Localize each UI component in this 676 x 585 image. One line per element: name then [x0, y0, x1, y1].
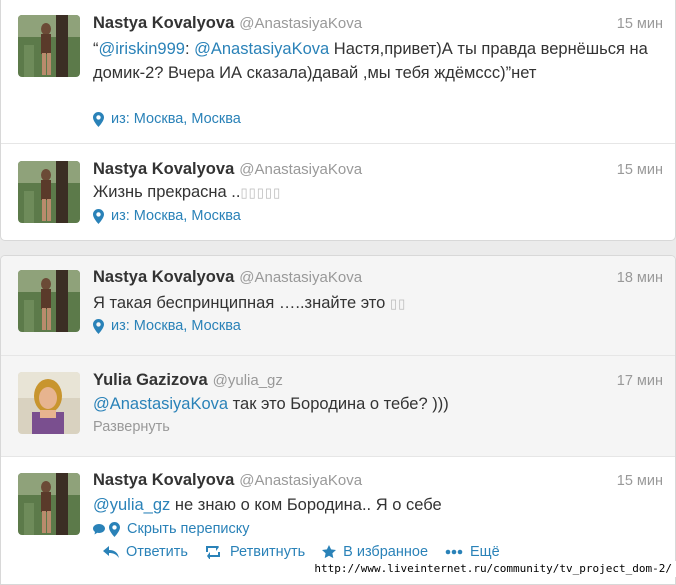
text-fragment: Я такая беспринципная …..знайте это — [93, 294, 390, 312]
tweet-time[interactable]: 18 мин — [617, 270, 663, 286]
hide-thread-link[interactable]: Скрыть переписку — [93, 521, 250, 537]
location-text[interactable]: из: Москва, Москва — [111, 208, 241, 224]
star-icon — [322, 545, 337, 559]
more-dots-icon — [445, 549, 463, 555]
more-label[interactable]: Ещё — [470, 544, 500, 560]
missing-glyphs: ▯▯▯▯▯ — [240, 185, 282, 200]
author-handle[interactable]: @AnastasiyaKova — [239, 15, 362, 32]
text-fragment: : — [184, 40, 195, 58]
location-link[interactable]: из: Москва, Москва — [93, 318, 241, 334]
tweet-item[interactable]: Nastya Kovalyova @AnastasiyaKova 15 мин Ж… — [1, 144, 675, 240]
avatar[interactable] — [18, 270, 80, 332]
text-fragment: так это Бородина о тебе? ))) — [228, 395, 449, 413]
location-pin-icon — [109, 521, 120, 537]
more-button[interactable]: Ещё — [445, 544, 500, 560]
mention-link[interactable]: @yulia_gz — [93, 496, 170, 514]
timeline-card-top: Nastya Kovalyova @AnastasiyaKova 15 мин “… — [0, 0, 676, 241]
location-pin-icon — [93, 111, 104, 127]
tweet-text: @AnastasiyaKova так это Бородина о тебе?… — [93, 392, 653, 416]
tweet-text: Я такая беспринципная …..знайте это ▯▯ — [93, 291, 653, 316]
reply-label[interactable]: Ответить — [126, 544, 188, 560]
location-pin-icon — [93, 318, 104, 334]
location-text[interactable]: из: Москва, Москва — [111, 111, 241, 127]
avatar[interactable] — [18, 15, 80, 77]
author-handle[interactable]: @AnastasiyaKova — [239, 269, 362, 286]
location-text[interactable]: из: Москва, Москва — [111, 318, 241, 334]
reply-button[interactable]: Ответить — [103, 544, 188, 560]
author-handle[interactable]: @AnastasiyaKova — [239, 161, 362, 178]
tweet-time[interactable]: 15 мин — [617, 473, 663, 489]
author-handle[interactable]: @yulia_gz — [213, 372, 283, 389]
conversation-icon — [93, 524, 105, 535]
favorite-button[interactable]: В избранное — [322, 544, 428, 560]
tweet-item[interactable]: Nastya Kovalyova @AnastasiyaKova 15 мин “… — [1, 0, 675, 143]
tweet-text: “@iriskin999: @AnastasiyaKova Настя,прив… — [93, 37, 653, 85]
tweet-item[interactable]: Yulia Gazizova @yulia_gz 17 мин @Anastasi… — [1, 356, 675, 456]
tweet-text: Жизнь прекрасна ..▯▯▯▯▯ — [93, 180, 653, 205]
location-pin-icon — [93, 208, 104, 224]
avatar[interactable] — [18, 161, 80, 223]
tweet-text: @yulia_gz не знаю о ком Бородина.. Я о с… — [93, 493, 653, 517]
favorite-label[interactable]: В избранное — [343, 544, 428, 560]
mention-link[interactable]: @AnastasiyaKova — [194, 40, 329, 58]
avatar[interactable] — [18, 372, 80, 434]
retweet-button[interactable]: Ретвитнуть — [205, 544, 305, 560]
author-name[interactable]: Nastya Kovalyova @AnastasiyaKova — [93, 14, 362, 33]
location-link[interactable]: из: Москва, Москва — [93, 208, 241, 224]
mention-link[interactable]: @AnastasiyaKova — [93, 395, 228, 413]
retweet-icon — [205, 545, 220, 559]
tweet-time[interactable]: 17 мин — [617, 373, 663, 389]
tweet-actions: Ответить Ретвитнуть В избранное Ещё — [103, 544, 517, 560]
reply-icon — [103, 546, 119, 558]
author-name[interactable]: Nastya Kovalyova @AnastasiyaKova — [93, 268, 362, 287]
tweet-time[interactable]: 15 мин — [617, 162, 663, 178]
text-fragment: не знаю о ком Бородина.. Я о себе — [170, 496, 442, 514]
location-link[interactable]: из: Москва, Москва — [93, 111, 241, 127]
timeline-card-conversation: Nastya Kovalyova @AnastasiyaKova 18 мин Я… — [0, 255, 676, 585]
source-url-watermark: http://www.liveinternet.ru/community/tv_… — [308, 561, 676, 577]
tweet-item[interactable]: Nastya Kovalyova @AnastasiyaKova 18 мин Я… — [1, 256, 675, 355]
avatar[interactable] — [18, 473, 80, 535]
mention-link[interactable]: @iriskin999 — [99, 40, 185, 58]
author-name[interactable]: Nastya Kovalyova @AnastasiyaKova — [93, 471, 362, 490]
hide-thread-text[interactable]: Скрыть переписку — [127, 521, 250, 537]
tweet-time[interactable]: 15 мин — [617, 16, 663, 32]
author-name[interactable]: Yulia Gazizova @yulia_gz — [93, 371, 283, 390]
expand-link[interactable]: Развернуть — [93, 419, 170, 435]
author-name[interactable]: Nastya Kovalyova @AnastasiyaKova — [93, 160, 362, 179]
missing-glyphs: ▯▯ — [389, 296, 407, 311]
retweet-label[interactable]: Ретвитнуть — [230, 544, 305, 560]
author-handle[interactable]: @AnastasiyaKova — [239, 472, 362, 489]
text-fragment: Жизнь прекрасна .. — [93, 183, 241, 201]
